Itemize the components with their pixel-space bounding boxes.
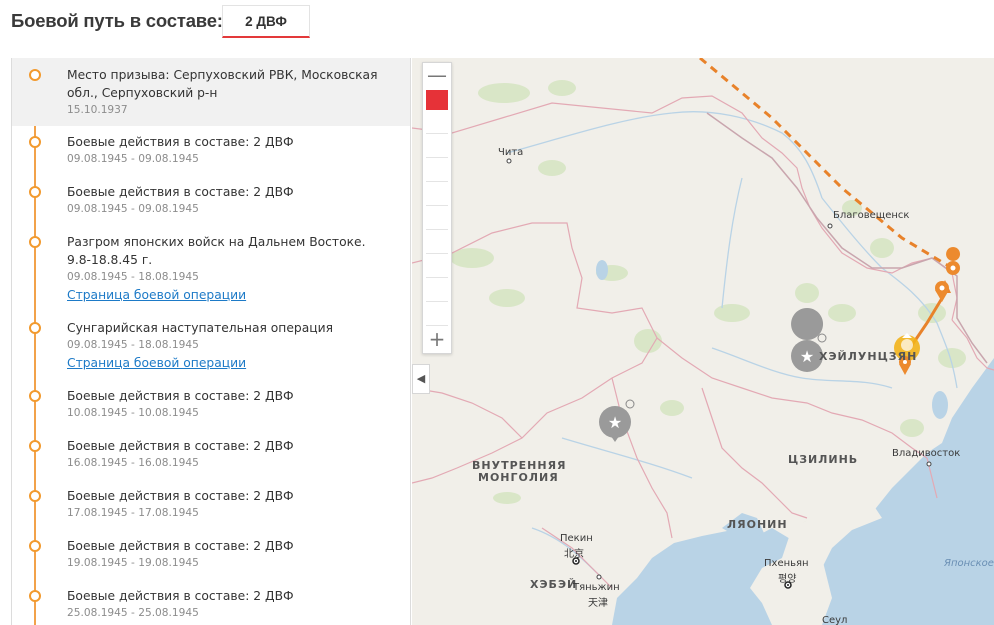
map-label-pyongyang: Пхеньян — [764, 558, 809, 569]
timeline-dot-icon — [29, 590, 41, 602]
route-dashed — [699, 58, 953, 270]
timeline-dot-icon — [29, 322, 41, 334]
timeline-dot-icon — [29, 69, 41, 81]
map-label-beijing-native: 北京 — [564, 549, 584, 560]
zoom-level-step[interactable] — [426, 306, 448, 326]
timeline-event[interactable]: Боевые действия в составе: 2 ДВФ 10.08.1… — [12, 380, 410, 430]
timeline-dot-icon — [29, 440, 41, 452]
event-title: Боевые действия в составе: 2 ДВФ — [67, 185, 294, 199]
yellow-sea — [612, 528, 792, 625]
timeline-event[interactable]: Разгром японских войск на Дальнем Восток… — [12, 226, 410, 312]
zoom-level-step[interactable] — [426, 258, 448, 278]
zoom-control: — + — [422, 62, 452, 354]
lake — [596, 260, 608, 280]
event-date: 09.08.1945 - 09.08.1945 — [67, 153, 199, 165]
event-date: 09.08.1945 - 18.08.1945 — [67, 271, 199, 283]
event-date: 10.08.1945 - 10.08.1945 — [67, 407, 199, 419]
event-date: 19.08.1945 - 19.08.1945 — [67, 557, 199, 569]
timeline-event[interactable]: Сунгарийская наступательная операция 09.… — [12, 312, 410, 380]
event-title: Боевые действия в составе: 2 ДВФ — [67, 389, 294, 403]
unit-badge[interactable]: 2 ДВФ — [222, 5, 310, 38]
route-arrow-icon — [939, 280, 951, 293]
zoom-level-step[interactable] — [426, 186, 448, 206]
lake-khanka — [932, 391, 948, 419]
timeline-event[interactable]: Боевые действия в составе: 2 ДВФ 16.08.1… — [12, 430, 410, 480]
map-label-beijing: Пекин — [560, 533, 593, 544]
operation-page-link[interactable]: Страница боевой операции — [67, 354, 387, 372]
operation-page-link[interactable]: Страница боевой операции — [67, 286, 367, 304]
zoom-level-step[interactable] — [426, 138, 448, 158]
zoom-level-step[interactable] — [426, 282, 448, 302]
event-date: 16.08.1945 - 16.08.1945 — [67, 457, 199, 469]
event-date: 15.10.1937 — [67, 104, 128, 116]
zoom-level-current[interactable] — [426, 90, 448, 110]
map-view[interactable]: ★ ★ Чита Благовещенск ХЭЙЛУНЦЗЯН ВНУТРЕН… — [412, 58, 994, 625]
map-label-inner-mongolia: МОНГОЛИЯ — [478, 471, 559, 484]
map-label-hebei: ХЭБЭЙ — [530, 578, 578, 591]
event-title: Место призыва: Серпуховский РВК, Московс… — [67, 68, 378, 100]
map-label-chita: Чита — [498, 147, 524, 158]
timeline-dot-icon — [29, 540, 41, 552]
event-date: 09.08.1945 - 09.08.1945 — [67, 203, 199, 215]
zoom-level-step[interactable] — [426, 114, 448, 134]
timeline-dot-icon — [29, 390, 41, 402]
timeline-event[interactable]: Боевые действия в составе: 2 ДВФ 09.08.1… — [12, 176, 410, 226]
country-border — [706, 112, 988, 364]
event-date: 17.08.1945 - 17.08.1945 — [67, 507, 199, 519]
zoom-level-step[interactable] — [426, 210, 448, 230]
event-title: Разгром японских войск на Дальнем Восток… — [67, 235, 366, 267]
zoom-out-button[interactable]: — — [423, 65, 451, 87]
map-label-jilin: ЦЗИЛИНЬ — [788, 453, 859, 466]
map-label-seoul: Сеул — [822, 615, 848, 625]
timeline-dot-icon — [29, 490, 41, 502]
zoom-level-step[interactable] — [426, 234, 448, 254]
map-label-tianjin: Тяньжин — [573, 582, 620, 593]
combat-path-timeline[interactable]: Место призыва: Серпуховский РВК, Московс… — [11, 58, 411, 625]
timeline-event[interactable]: Боевые действия в составе: 2 ДВФ 17.08.1… — [12, 480, 410, 530]
map-label-blagoveshchensk: Благовещенск — [833, 210, 910, 221]
event-title: Боевые действия в составе: 2 ДВФ — [67, 539, 294, 553]
sea-of-japan — [822, 358, 994, 625]
timeline-dot-icon — [29, 136, 41, 148]
timeline-event[interactable]: Боевые действия в составе: 2 ДВФ 19.08.1… — [12, 530, 410, 580]
event-date: 09.08.1945 - 18.08.1945 — [67, 339, 199, 351]
map-label-vladivostok: Владивосток — [892, 448, 961, 459]
map-label-pyongyang-native: 평양 — [778, 574, 797, 585]
event-date: 25.08.1945 - 25.08.1945 — [67, 607, 199, 619]
timeline-event[interactable]: Боевые действия в составе: 2 ДВФ 09.08.1… — [12, 126, 410, 176]
zoom-level-step[interactable] — [426, 162, 448, 182]
map-label-tianjin-native: 天津 — [588, 598, 608, 609]
event-title: Боевые действия в составе: 2 ДВФ — [67, 135, 294, 149]
event-title: Боевые действия в составе: 2 ДВФ — [67, 589, 294, 603]
timeline-event[interactable]: Место призыва: Серпуховский РВК, Московс… — [12, 58, 410, 126]
map-canvas — [412, 58, 994, 625]
collapse-panel-button[interactable]: ◀ — [412, 364, 430, 394]
timeline-dot-icon — [29, 236, 41, 248]
timeline-event[interactable]: Боевые действия в составе: 2 ДВФ 25.08.1… — [12, 580, 410, 625]
map-label-liaoning: ЛЯОНИН — [727, 518, 788, 531]
timeline-dot-icon — [29, 186, 41, 198]
zoom-in-button[interactable]: + — [423, 329, 451, 351]
event-title: Сунгарийская наступательная операция — [67, 321, 334, 335]
event-title: Боевые действия в составе: 2 ДВФ — [67, 489, 294, 503]
page-header: Боевой путь в составе: 2 ДВФ — [0, 0, 994, 50]
map-label-heilongjiang: ХЭЙЛУНЦЗЯН — [819, 350, 918, 363]
event-title: Боевые действия в составе: 2 ДВФ — [67, 439, 294, 453]
page-title: Боевой путь в составе: — [11, 10, 223, 31]
map-label-sea-of-japan: Японское — [944, 558, 994, 569]
